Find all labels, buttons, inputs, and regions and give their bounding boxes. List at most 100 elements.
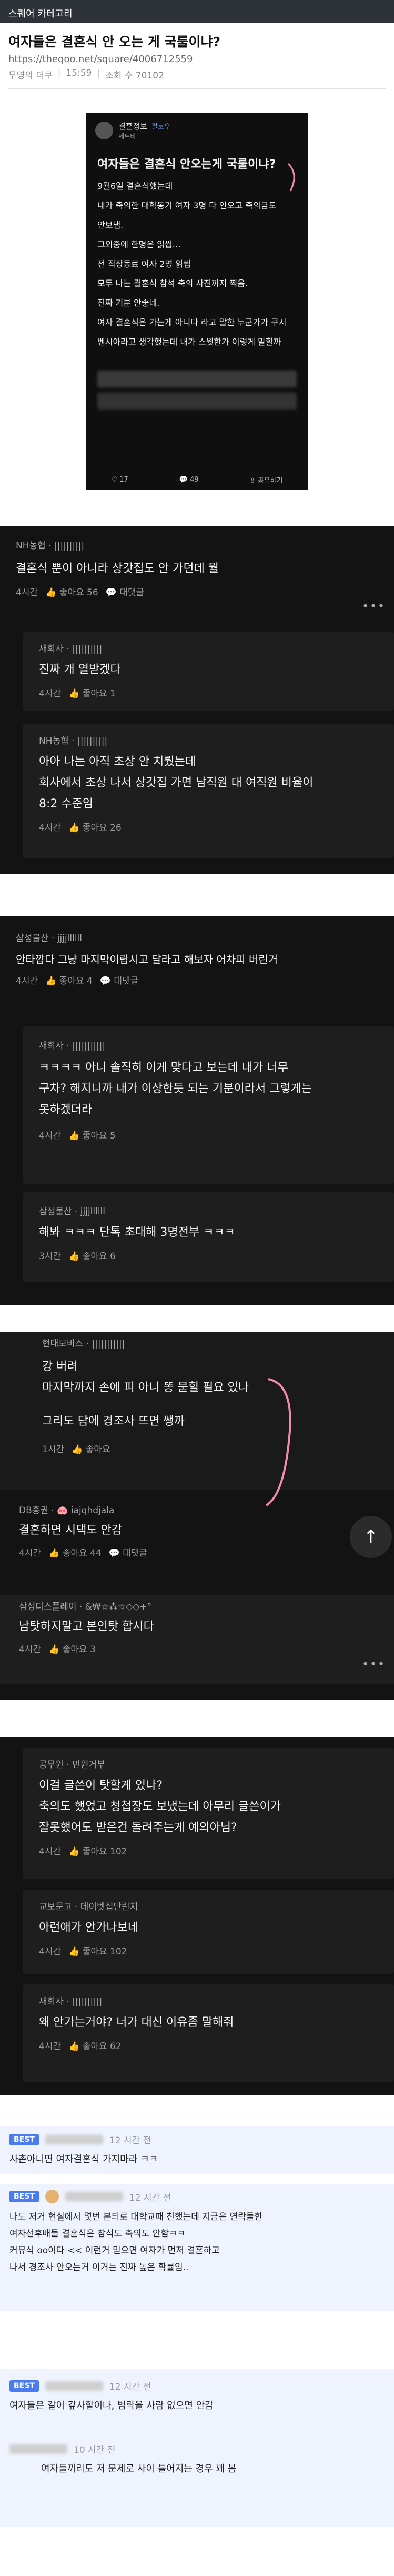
- post-line: 9월6일 결혼식했는데: [97, 181, 173, 191]
- like-button[interactable]: 👍 좋아요 26: [68, 820, 122, 833]
- screenshot-original-post: 결혼정보 팔로우 세트비 여자들은 결혼식 안오는게 국룰이냐? 9월6일 결혼식…: [86, 113, 308, 490]
- like-button[interactable]: 👍 좋아요 44: [48, 1545, 102, 1559]
- comment-time: 4시간: [39, 688, 62, 699]
- avatar: [95, 122, 113, 139]
- arrow-up-icon: ↑: [363, 1526, 379, 1547]
- comment-body: 사촌아니면 여자결혼식 가지마라 ㅋㅋ: [9, 2154, 158, 2165]
- reply-comment: 삼성물산 · jjjjllllll 해봐 ㅋㅋㅋ 단톡 초대해 3명전부 ㅋㅋㅋ…: [23, 1192, 394, 1282]
- reply-comment: 현대모비스 · ||||||||||| 강 버려 마지막까지 손에 피 아니 똥…: [0, 1332, 394, 1490]
- comment-text: 그리도 담에 경조사 뜨면 쌩까: [42, 1415, 185, 1428]
- post-body: 여자들은 결혼식 안오는게 국룰이냐? 9월6일 결혼식했는데 내가 축의한 대…: [86, 148, 308, 357]
- pink-bracket-icon: [265, 1378, 291, 1506]
- post-url[interactable]: https://theqoo.net/square/4006712559: [0, 54, 394, 68]
- like-button[interactable]: 👍 좋아요 5: [68, 1128, 116, 1141]
- comment-item: BEST 12 시간 전 사촌아니면 여자결혼식 가지마라 ㅋㅋ: [9, 2133, 385, 2168]
- comment-item: 10 시간 전 여자들끼리도 저 문제로 사이 틀어지는 경우 꽤 봄: [9, 2442, 385, 2478]
- like-button[interactable]: 👍 좋아요: [72, 1442, 110, 1455]
- comment-item: BEST 12 시간 전 나도 저거 현실에서 몇번 본듸로 대학교때 친했는데…: [9, 2190, 385, 2276]
- like-button[interactable]: 👍 좋아요 1: [68, 686, 116, 699]
- like-button[interactable]: 👍 좋아요 56: [45, 585, 98, 598]
- comment: DB종권 · 🐽 iajqhdjala 결혼하면 시댁도 안감 4시간 👍 좋아…: [0, 1503, 394, 1559]
- category-topbar[interactable]: 스퀘어 카테고리: [0, 0, 394, 23]
- more-icon[interactable]: •••: [362, 1658, 386, 1671]
- comment: 삼성디스플레이 · &₩☆⁂☆◇◇+° 남탓하지말고 본인탓 합시다 4시간 👍…: [0, 1595, 394, 1684]
- comment-author: 현대모비스 · |||||||||||: [42, 1339, 125, 1349]
- post-line: 그외중에 한명은 읽씹…: [97, 239, 181, 249]
- blurred-content: [97, 393, 297, 410]
- blurred-username: [45, 2134, 103, 2144]
- post-line: 벤시아라고 생각했는데 내가 스윗한가 이렇게 말할까: [97, 337, 281, 347]
- more-icon[interactable]: •••: [362, 600, 386, 613]
- comment-author: 공무원 · 민원거부: [39, 1760, 105, 1770]
- comment-time: 4시간: [16, 976, 38, 986]
- comment-author: 삼성디스플레이 · &₩☆⁂☆◇◇+°: [19, 1602, 152, 1612]
- follow-button[interactable]: 팔로우: [151, 123, 170, 131]
- comment-time: 4시간: [39, 1846, 62, 1857]
- comment-line: 여자선후배들 결혼식은 참석도 축의도 안함ㅋㅋ: [9, 2229, 186, 2239]
- comment-author: 새회사 · |||||||||||: [39, 1041, 106, 1051]
- post-line: 진짜 기분 안좋네.: [97, 298, 160, 308]
- best-badge: BEST: [9, 2191, 39, 2202]
- blurred-username: [45, 2381, 103, 2391]
- like-button[interactable]: 👍 좋아요 4: [45, 973, 93, 986]
- reply-comment: 새회사 · |||||||||| 진짜 개 열받겠다 4시간 👍 좋아요 1: [23, 632, 394, 711]
- comment-time: 12 시간 전: [129, 2192, 171, 2203]
- comment-author: NH농협 · ||||||||||: [39, 736, 108, 746]
- post-line: 모두 나는 결혼식 참석 축의 사진까지 찍음.: [97, 278, 248, 288]
- view-count: 조회 수 70102: [105, 71, 164, 81]
- like-button[interactable]: ♡ 17: [111, 476, 128, 484]
- comment-text: 결혼하면 시댁도 안감: [19, 1524, 123, 1537]
- comment-author: NH농협 · ||||||||||: [16, 541, 85, 551]
- comment-time: 10 시간 전: [74, 2445, 116, 2455]
- comment-text: 아런애가 안가나보네: [39, 1921, 139, 1934]
- scroll-top-button[interactable]: ↑: [350, 1516, 392, 1558]
- like-button[interactable]: 👍 좋아요 6: [68, 1249, 116, 1262]
- reply-button[interactable]: 💬 대댓글: [109, 1545, 148, 1559]
- like-button[interactable]: 👍 좋아요 102: [68, 1844, 127, 1857]
- comment-text: 결혼식 뿐이 아니라 상갓집도 안 가던데 뭘: [16, 562, 219, 575]
- comment-text: 남탓하지말고 본인탓 합시다: [19, 1620, 154, 1633]
- username: 결혼정보: [118, 122, 148, 131]
- like-button[interactable]: 👍 좋아요 102: [68, 1944, 127, 1957]
- comment-line: 나서 경조사 안오는거 이거는 진짜 높은 확률임..: [9, 2262, 189, 2273]
- comment-item: BEST 12 시간 전 여자들은 갈이 갚사할이나, 범락을 사람 없으면 안…: [9, 2379, 385, 2414]
- comment-text: 못하겠더라: [39, 1103, 93, 1116]
- comment-text: ㅋㅋㅋㅋ 아니 솔직히 이게 맞다고 보는데 내가 너무: [39, 1061, 288, 1074]
- divider: [8, 88, 386, 89]
- comment-text: 이걸 글쓴이 탓할게 있나?: [39, 1779, 163, 1792]
- category-label: 스퀘어 카테고리: [8, 8, 73, 19]
- share-button[interactable]: ⇪ 공유하기: [250, 475, 283, 485]
- post-title: 여자들은 결혼식 안 오는 게 국룰이냐?: [8, 34, 221, 49]
- comment-time: 4시간: [16, 587, 38, 598]
- comment-text: 진짜 개 열받겠다: [39, 663, 121, 676]
- post-headline: 여자들은 결혼식 안오는게 국룰이냐?: [97, 158, 276, 171]
- post-line: 내가 축의한 대학동기 여자 3명 다 안오고 축의금도: [97, 201, 277, 211]
- comment-text: 마지막까지 손에 피 아니 똥 묻힐 필요 있나: [42, 1381, 249, 1394]
- post-action-bar: ♡ 17 💬 49 ⇪ 공유하기: [86, 470, 308, 490]
- comment-time: 4시간: [39, 2041, 62, 2052]
- reply-button[interactable]: 💬 대댓글: [106, 585, 145, 598]
- like-button[interactable]: 👍 좋아요 3: [48, 1642, 96, 1655]
- comment-author: DB종권 · 🐽 iajqhdjala: [19, 1505, 115, 1516]
- comment-time: 1시간: [42, 1444, 65, 1455]
- comment-body: 나도 저거 현실에서 몇번 본듸로 대학교때 친했는데 지금은 연락들한 여자선…: [9, 2209, 385, 2276]
- best-badge: BEST: [9, 2380, 39, 2392]
- blurred-username: [65, 2192, 123, 2201]
- screenshot-comments-4: 공무원 · 민원거부 이걸 글쓴이 탓할게 있나? 축의도 했었고 청첩장도 보…: [0, 1737, 394, 2095]
- like-button[interactable]: 👍 좋아요 62: [68, 2039, 122, 2052]
- comment-text: 축의도 했었고 청첩장도 보냈는데 아무리 글쓴이가: [39, 1800, 281, 1813]
- comment-line: 나도 저거 현실에서 몇번 본듸로 대학교때 친했는데 지금은 연락들한: [9, 2212, 263, 2222]
- comment-time: 3시간: [39, 1251, 62, 1262]
- comment-time: 4시간: [39, 1131, 62, 1141]
- comment-text: 회사에서 초상 나서 상갓집 가면 남직원 대 여직원 비율이: [39, 776, 314, 790]
- comment-button[interactable]: 💬 49: [179, 476, 199, 484]
- comment-author: 삼성물산 · jjjjllllll: [16, 933, 83, 944]
- comment-author: 새회사 · ||||||||||: [39, 1996, 103, 2007]
- comment-time: 4시간: [19, 1548, 42, 1559]
- reply-button[interactable]: 💬 대댓글: [100, 973, 139, 986]
- reply-comment: 새회사 · ||||||||||| ㅋㅋㅋㅋ 아니 솔직히 이게 맞다고 보는데…: [23, 1026, 394, 1184]
- user-sub: 세트비: [118, 133, 136, 140]
- comment-text: 강 버려: [42, 1360, 78, 1373]
- comment-body: 여자들끼리도 저 문제로 사이 틀어지는 경우 꽤 봄: [41, 2463, 237, 2474]
- blurred-username: [9, 2444, 67, 2454]
